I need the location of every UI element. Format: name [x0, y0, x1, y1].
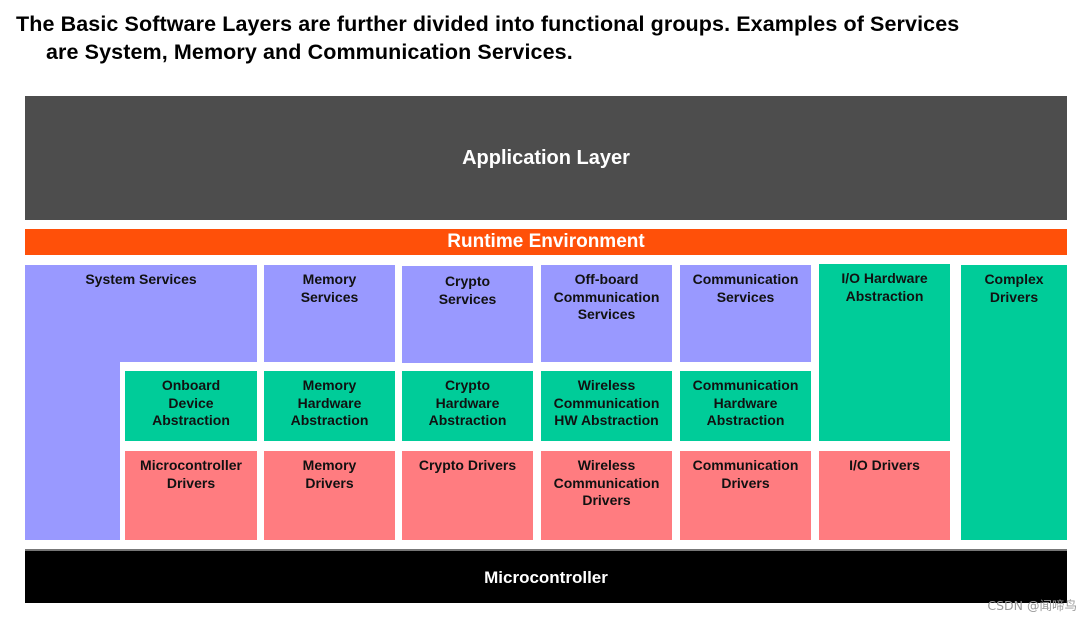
offboard-communication-services: Off-board Communication Services: [541, 265, 672, 362]
watermark: CSDN @闻啼鸟: [987, 598, 1077, 613]
label-line: Crypto Drivers: [418, 457, 517, 473]
label-line: Hardware: [713, 394, 778, 411]
memory-hardware-abstraction: Memory Hardware Abstraction: [264, 371, 395, 441]
io-drivers: I/O Drivers: [819, 451, 950, 540]
label-line: Off-board: [574, 271, 639, 287]
label-line: Abstraction: [845, 287, 924, 304]
onboard-device-abstraction: Onboard Device Abstraction: [125, 371, 257, 441]
wireless-communication-hw-abstraction: Wireless Communication HW Abstraction: [541, 371, 672, 441]
io-hardware-abstraction: I/O Hardware Abstraction: [819, 264, 950, 441]
label-line: Memory: [302, 457, 357, 473]
crypto-hardware-abstraction: Crypto Hardware Abstraction: [402, 371, 533, 441]
complex-drivers: Complex Drivers: [961, 265, 1067, 540]
runtime-environment: Runtime Environment: [25, 229, 1067, 255]
label-line: Services: [577, 306, 636, 322]
label-line: Abstraction: [706, 412, 785, 428]
label-line: Communication: [692, 457, 799, 473]
application-layer: Application Layer: [25, 96, 1067, 220]
label-line: Crypto: [444, 273, 491, 289]
wireless-communication-drivers: Wireless Communication Drivers: [541, 451, 672, 540]
label-line: Communication: [553, 474, 660, 491]
label-line: Microcontroller: [140, 457, 242, 473]
label-line: Communication: [553, 288, 660, 305]
label-line: Device: [168, 394, 214, 411]
label-line: Services: [716, 288, 775, 305]
label-line: Wireless: [577, 377, 636, 393]
microcontroller-drivers: Microcontroller Drivers: [125, 451, 257, 540]
title-line-2: are System, Memory and Communication Ser…: [46, 40, 573, 64]
label-line: Hardware: [297, 394, 362, 411]
label-line: Abstraction: [290, 412, 369, 428]
memory-drivers: Memory Drivers: [264, 451, 395, 540]
label-line: Services: [438, 290, 497, 307]
label-line: I/O Drivers: [849, 457, 920, 473]
microcontroller-layer: Microcontroller: [25, 549, 1067, 603]
label-line: Drivers: [166, 474, 216, 491]
label-line: Abstraction: [152, 412, 230, 428]
label-line: Crypto: [444, 377, 491, 393]
label-line: Communication: [553, 394, 660, 411]
label-line: Services: [300, 288, 359, 305]
label-line: HW Abstraction: [554, 412, 659, 428]
label-line: Communication: [692, 377, 799, 393]
system-services-label: System Services: [85, 271, 197, 287]
label-line: Drivers: [305, 474, 354, 491]
slide-title: The Basic Software Layers are further di…: [16, 10, 1086, 66]
label-line: Wireless: [577, 457, 636, 473]
label-line: Onboard: [161, 377, 221, 393]
label-line: I/O Hardware: [841, 270, 928, 286]
label-line: Memory: [302, 271, 357, 287]
label-line: Drivers: [721, 474, 770, 491]
communication-services: Communication Services: [680, 265, 811, 362]
communication-hardware-abstraction: Communication Hardware Abstraction: [680, 371, 811, 441]
label-line: Drivers: [989, 288, 1039, 305]
label-line: Communication: [692, 271, 799, 287]
system-services: System Services: [25, 265, 257, 362]
label-line: Memory: [302, 377, 357, 393]
label-line: Drivers: [582, 492, 631, 508]
system-services-extension: [25, 362, 120, 540]
label-line: Hardware: [435, 394, 500, 411]
memory-services: Memory Services: [264, 265, 395, 362]
label-line: Abstraction: [428, 412, 507, 428]
label-line: Complex: [984, 271, 1044, 287]
communication-drivers: Communication Drivers: [680, 451, 811, 540]
crypto-drivers: Crypto Drivers: [402, 451, 533, 540]
crypto-services: Crypto Services: [402, 266, 533, 363]
title-line-1: The Basic Software Layers are further di…: [16, 12, 960, 36]
